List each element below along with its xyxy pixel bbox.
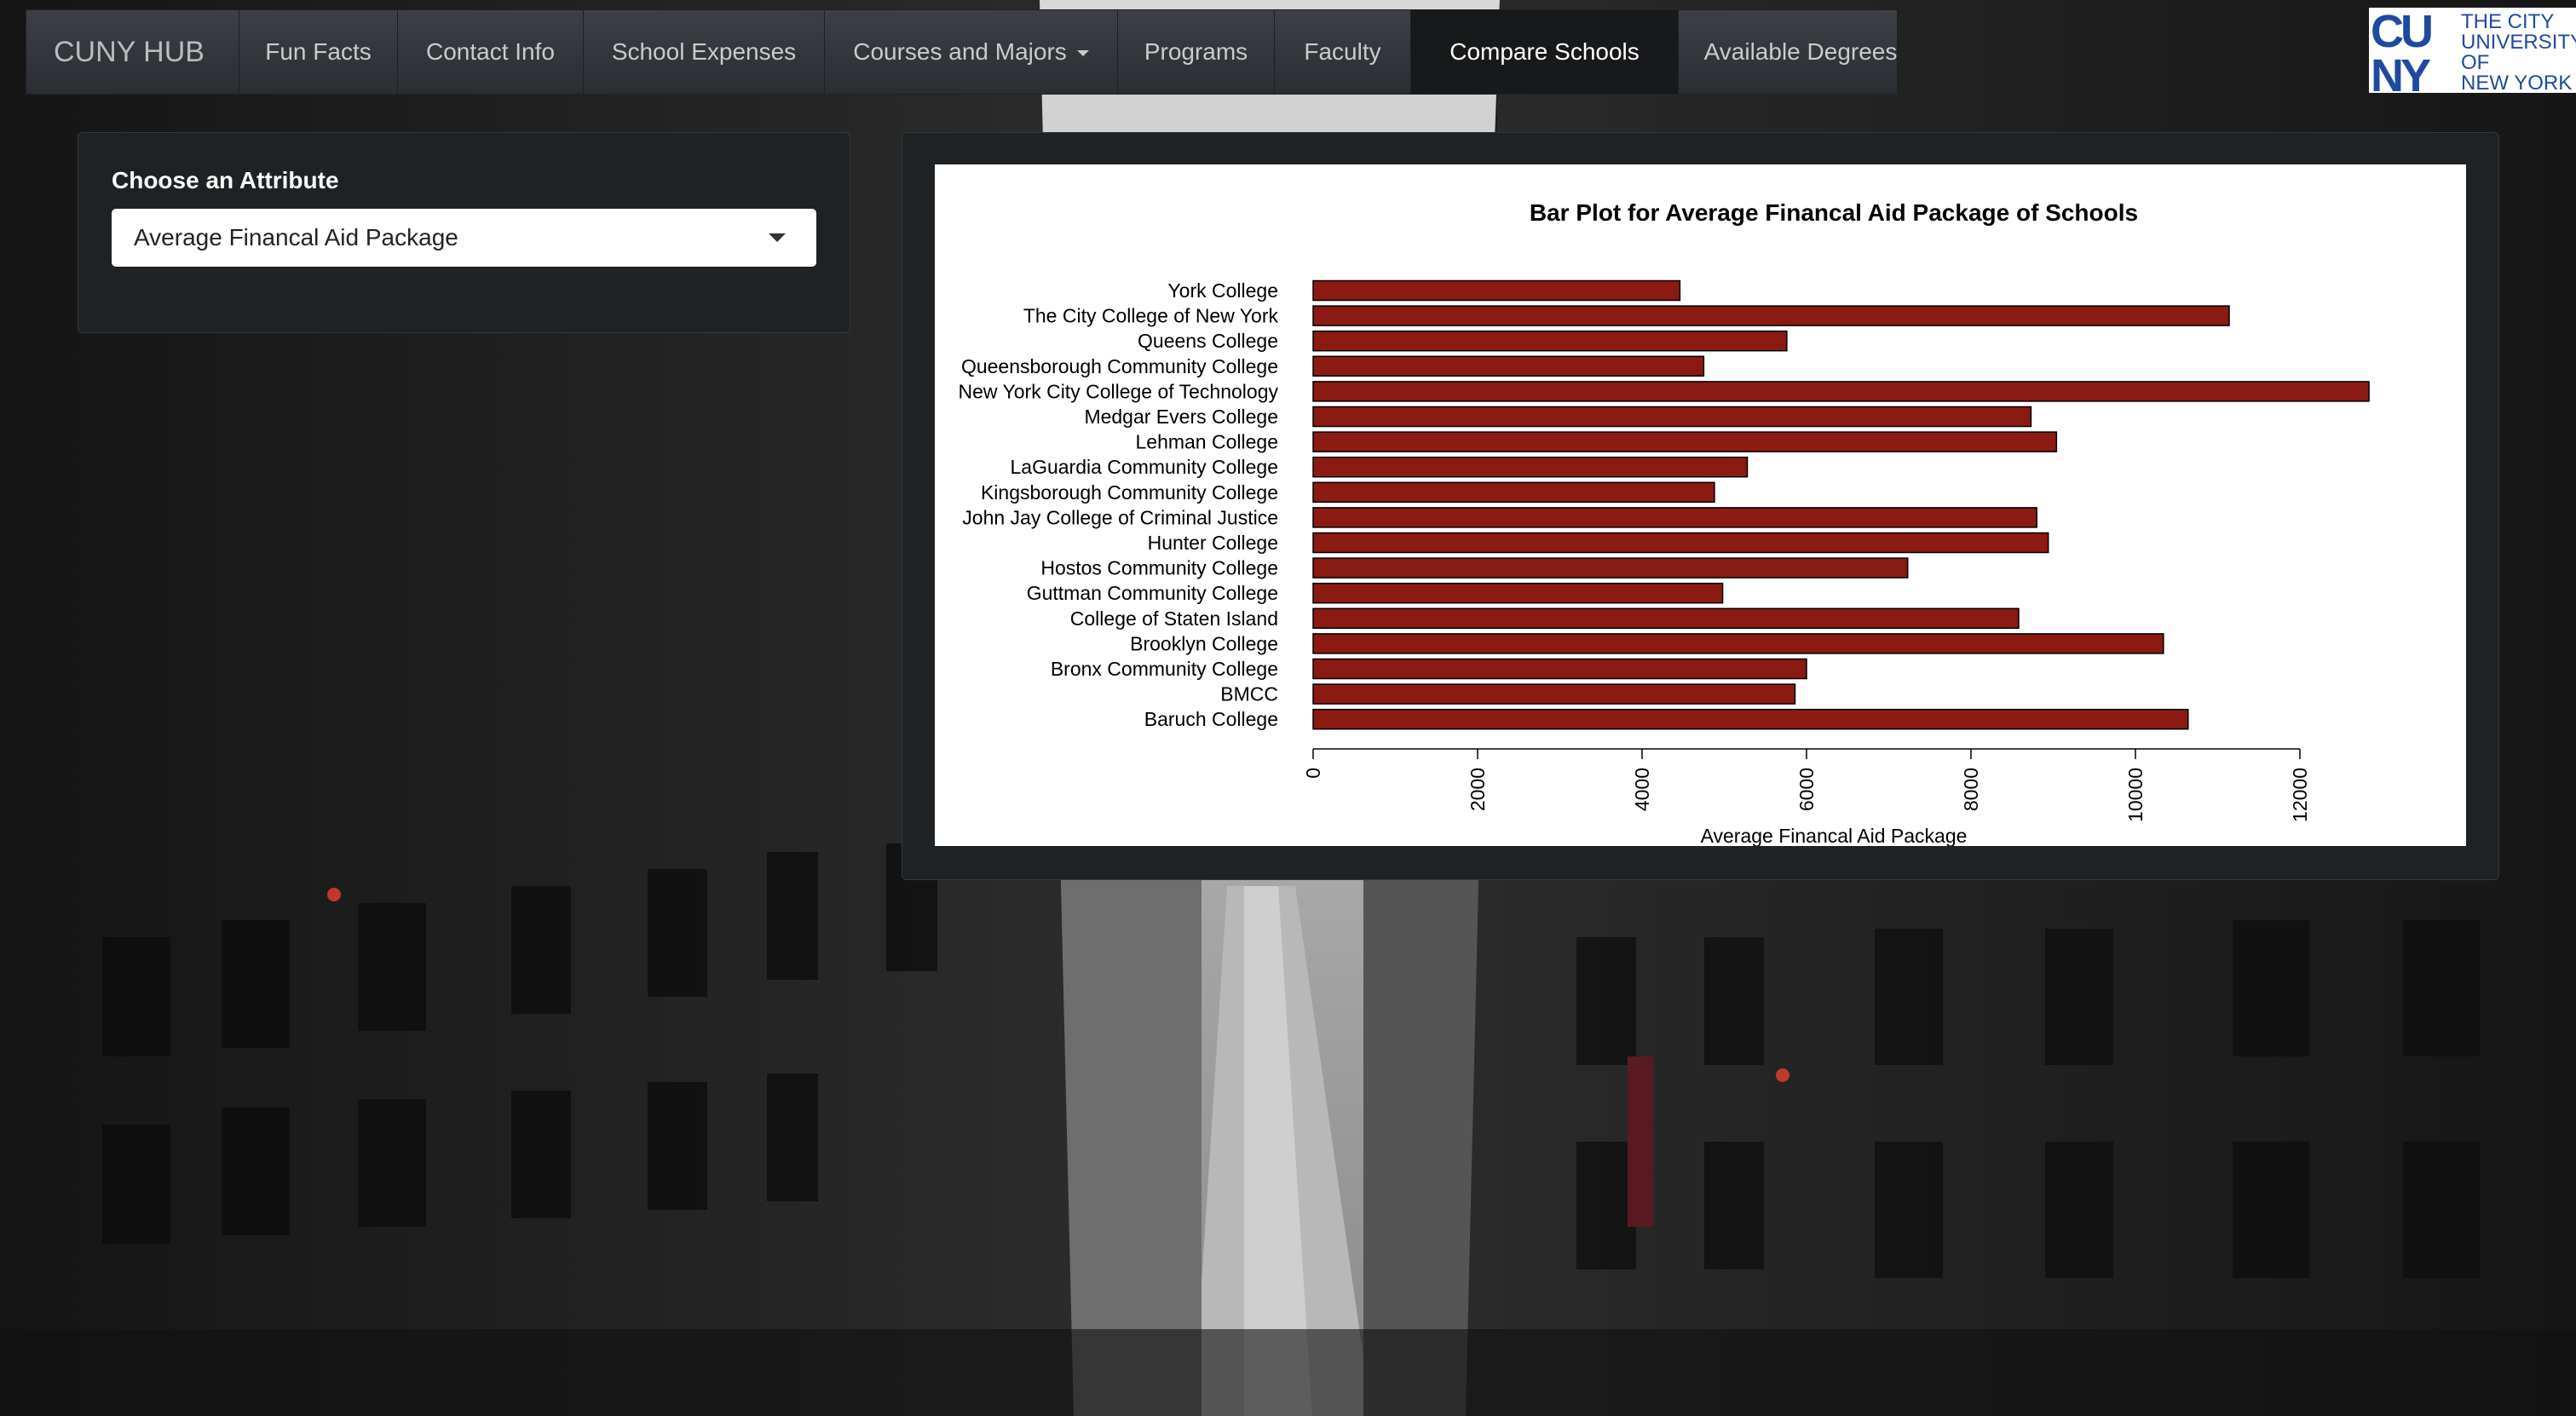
category-label-16: BMCC (1220, 683, 1278, 705)
x-tick-label-0: 0 (1302, 768, 1324, 779)
plot-area: Bar Plot for Average Financal Aid Packag… (935, 164, 2466, 846)
category-label-5: Medgar Evers College (1084, 406, 1278, 428)
bar-17 (1312, 708, 2189, 730)
bar-16 (1312, 683, 1796, 705)
x-tick-label-1: 2000 (1467, 768, 1489, 811)
category-label-1: The City College of New York (1023, 305, 1279, 327)
nav-item-school-expenses[interactable]: School Expenses (584, 10, 825, 94)
attribute-label: Choose an Attribute (112, 167, 339, 193)
category-label-6: Lehman College (1135, 431, 1278, 453)
category-label-9: John Jay College of Criminal Justice (962, 506, 1278, 528)
bar-1 (1312, 305, 2230, 326)
logo-line-2: UNIVERSITY (2461, 31, 2576, 54)
category-label-4: New York City College of Technology (959, 380, 1279, 402)
nav-item-programs[interactable]: Programs (1118, 10, 1275, 94)
bar-10 (1312, 532, 2049, 554)
category-label-17: Baruch College (1144, 708, 1278, 730)
top-navbar: CUNY HUB Fun Facts Contact Info School E… (26, 9, 1923, 95)
category-label-8: Kingsborough Community College (981, 481, 1278, 504)
bar-4 (1312, 381, 2370, 402)
nav-item-faculty[interactable]: Faculty (1275, 10, 1411, 94)
x-tick-label-3: 6000 (1795, 768, 1818, 811)
category-label-3: Queensborough Community College (961, 355, 1278, 377)
category-label-10: Hunter College (1148, 532, 1278, 554)
category-label-15: Bronx Community College (1051, 658, 1278, 680)
attribute-panel: Choose an Attribute Average Financal Aid… (78, 132, 850, 333)
logo-line-4: NEW YORK (2461, 72, 2572, 93)
x-tick-label-2: 4000 (1631, 768, 1653, 811)
dropdown-arrow-icon (769, 233, 786, 242)
bar-7 (1312, 456, 1749, 478)
chart-title: Bar Plot for Average Financal Aid Packag… (1530, 199, 2138, 226)
nav-item-fun-facts[interactable]: Fun Facts (239, 10, 398, 94)
bar-13 (1312, 607, 2020, 630)
nav-item-available-degrees[interactable]: Available Degrees (1679, 10, 1923, 94)
x-tick-label-4: 8000 (1960, 768, 1982, 811)
bar-5 (1312, 406, 2032, 428)
nav-item-compare-schools[interactable]: Compare Schools (1411, 10, 1679, 94)
bar-2 (1312, 330, 1788, 352)
bar-6 (1312, 431, 2058, 452)
bar-11 (1312, 557, 1909, 578)
plot-panel: Bar Plot for Average Financal Aid Packag… (902, 132, 2499, 880)
nav-item-courses-and-majors-label: Courses and Majors (853, 38, 1067, 65)
category-label-14: Brooklyn College (1130, 632, 1278, 654)
x-axis-label: Average Financal Aid Package (1701, 825, 1968, 846)
category-label-12: Guttman Community College (1027, 582, 1278, 604)
logo-mark-bottom: NY (2371, 50, 2431, 93)
bar-8 (1312, 481, 1715, 504)
x-tick-label-5: 10000 (2124, 768, 2147, 822)
nav-item-courses-and-majors[interactable]: Courses and Majors (825, 10, 1118, 94)
bar-0 (1312, 279, 1681, 302)
bar-12 (1312, 582, 1724, 604)
bar-14 (1312, 633, 2164, 654)
bar-15 (1312, 658, 1807, 680)
caret-down-icon (1076, 50, 1089, 57)
x-tick-label-6: 12000 (2289, 768, 2311, 822)
logo-line-1: THE CITY (2461, 10, 2554, 33)
category-label-13: College of Staten Island (1070, 607, 1278, 630)
brand-link[interactable]: CUNY HUB (26, 10, 239, 94)
bar-9 (1312, 507, 2037, 528)
nav-item-contact-info[interactable]: Contact Info (398, 10, 584, 94)
logo-line-3: OF (2461, 51, 2489, 74)
category-label-0: York College (1167, 279, 1278, 302)
category-label-11: Hostos Community College (1040, 557, 1278, 579)
category-label-7: LaGuardia Community College (1011, 456, 1279, 478)
cuny-logo: CU NY THE CITY UNIVERSITY OF NEW YORK (2369, 6, 2576, 101)
bar-3 (1312, 355, 1705, 377)
attribute-select-value: Average Financal Aid Package (134, 224, 458, 250)
category-label-2: Queens College (1138, 330, 1278, 352)
attribute-select[interactable]: Average Financal Aid Package (112, 209, 816, 267)
bar-chart: Bar Plot for Average Financal Aid Packag… (959, 199, 2370, 846)
